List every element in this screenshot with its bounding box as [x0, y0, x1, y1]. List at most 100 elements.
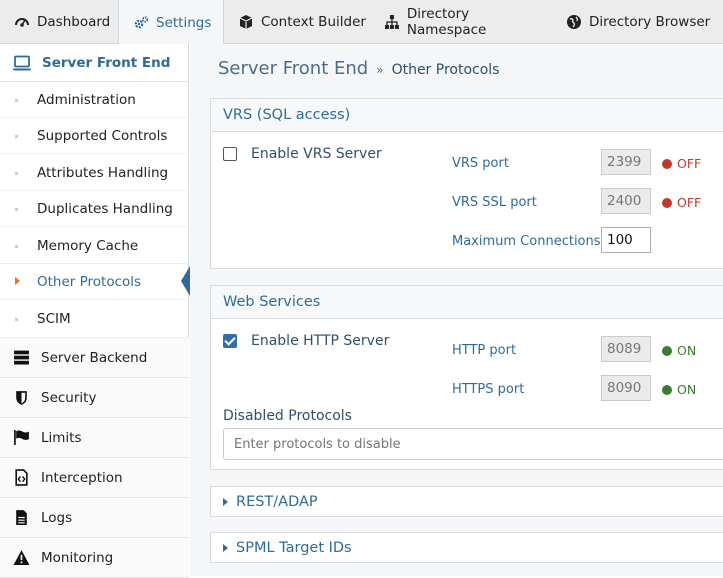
- status-led-icon: [662, 384, 672, 395]
- bullet-dot: [15, 172, 18, 175]
- sidebar-item-label: Duplicates Handling: [37, 200, 173, 217]
- vrs-ssl-port-status-text: OFF: [677, 195, 702, 210]
- sidebar-header-server-front-end[interactable]: Server Front End: [0, 44, 189, 82]
- status-led-icon: [662, 158, 672, 169]
- breadcrumb-section[interactable]: Server Front End: [218, 58, 368, 79]
- expand-caret-icon: [223, 497, 228, 506]
- tab-directory-browser[interactable]: Directory Browser: [552, 0, 723, 44]
- cube-icon: [239, 15, 253, 29]
- sidebar-item-memory-cache[interactable]: Memory Cache: [0, 228, 189, 264]
- top-tab-bar: Dashboard Settings Context Builder Direc…: [0, 0, 723, 45]
- sidebar-item-label: Server Backend: [41, 349, 148, 366]
- enable-http-label: Enable HTTP Server: [251, 333, 390, 349]
- disabled-protocols-input[interactable]: [223, 428, 723, 460]
- section-label: SPML Target IDs: [236, 539, 352, 556]
- tab-directory-namespace[interactable]: Directory Namespace: [370, 0, 552, 44]
- status-led-icon: [662, 345, 672, 356]
- enable-http-checkbox[interactable]: [223, 334, 237, 348]
- http-port-status: ON: [662, 343, 696, 358]
- sidebar-item-label: Memory Cache: [37, 237, 139, 254]
- vrs-ssl-port-label: VRS SSL port: [452, 195, 537, 210]
- vrs-port-input[interactable]: [601, 149, 651, 175]
- gears-icon: [134, 15, 149, 28]
- sidebar-item-limits[interactable]: Limits: [0, 418, 189, 458]
- tab-label: Dashboard: [37, 14, 111, 30]
- main-content: Server Front End » Other Protocols VRS (…: [190, 44, 723, 576]
- web-services-panel: Web Services Enable HTTP Server HTTP por…: [210, 285, 723, 470]
- globe-icon: [567, 15, 581, 29]
- rest-adap-section[interactable]: REST/ADAP: [210, 486, 723, 517]
- vrs-ssl-port-input[interactable]: [601, 188, 651, 214]
- max-connections-label: Maximum Connections: [452, 234, 601, 249]
- bullet-dot: [15, 318, 18, 321]
- document-icon: [16, 510, 27, 525]
- bullet-dot: [15, 208, 18, 211]
- http-port-status-text: ON: [677, 343, 697, 358]
- sidebar-item-label: Attributes Handling: [37, 164, 169, 181]
- tab-dashboard[interactable]: Dashboard: [0, 0, 118, 44]
- shield-icon: [16, 391, 27, 405]
- tab-context-builder[interactable]: Context Builder: [224, 0, 370, 44]
- https-port-label: HTTPS port: [452, 382, 525, 397]
- laptop-icon: [12, 55, 32, 70]
- sidebar-item-label: Logs: [41, 509, 73, 526]
- sidebar-item-supported-controls[interactable]: Supported Controls: [0, 118, 189, 154]
- sidebar-item-other-protocols[interactable]: Other Protocols: [0, 264, 190, 300]
- dashboard-icon: [15, 18, 29, 27]
- bullet-dot: [15, 135, 18, 138]
- active-pointer-icon: [181, 266, 190, 296]
- flag-icon: [14, 430, 29, 445]
- http-port-input[interactable]: [601, 336, 651, 362]
- max-connections-input[interactable]: [601, 227, 651, 253]
- sidebar-item-label: Supported Controls: [37, 127, 168, 144]
- disabled-protocols-label: Disabled Protocols: [223, 408, 352, 424]
- vrs-panel: VRS (SQL access) Enable VRS Server VRS p…: [210, 98, 723, 269]
- http-port-label: HTTP port: [452, 343, 517, 358]
- warning-icon: [13, 550, 30, 565]
- breadcrumb: Server Front End » Other Protocols: [218, 58, 499, 79]
- expand-caret-icon: [223, 543, 228, 552]
- sidebar-item-monitoring[interactable]: Monitoring: [0, 538, 189, 578]
- enable-vrs-checkbox[interactable]: [223, 147, 237, 161]
- vrs-port-status: OFF: [662, 156, 701, 171]
- vrs-port-label: VRS port: [452, 156, 509, 171]
- sidebar-item-label: Administration: [37, 91, 136, 108]
- web-services-panel-title: Web Services: [211, 286, 723, 319]
- code-file-icon: [15, 469, 28, 486]
- tab-label: Directory Namespace: [406, 6, 487, 38]
- server-icon: [14, 350, 29, 365]
- https-port-input[interactable]: [601, 375, 651, 401]
- https-port-status-text: ON: [677, 382, 697, 397]
- bullet-dot: [15, 99, 18, 102]
- status-led-icon: [662, 197, 672, 208]
- breadcrumb-separator: »: [376, 63, 384, 77]
- bullet-dot: [15, 245, 18, 248]
- spml-target-ids-section[interactable]: SPML Target IDs: [210, 532, 723, 563]
- vrs-panel-title: VRS (SQL access): [211, 99, 723, 132]
- sidebar-item-label: Interception: [41, 469, 123, 486]
- section-label: REST/ADAP: [236, 493, 318, 510]
- sidebar-item-attributes-handling[interactable]: Attributes Handling: [0, 155, 189, 191]
- sidebar-item-security[interactable]: Security: [0, 378, 189, 418]
- sidebar-item-administration[interactable]: Administration: [0, 82, 189, 118]
- sidebar-item-interception[interactable]: Interception: [0, 458, 189, 498]
- sidebar-item-label: SCIM: [37, 311, 71, 327]
- sidebar-item-server-backend[interactable]: Server Backend: [0, 338, 189, 378]
- sitemap-icon: [384, 15, 399, 29]
- sidebar: Server Front End Administration Supporte…: [0, 44, 190, 578]
- vrs-ssl-port-status: OFF: [662, 195, 701, 210]
- tab-label: Settings: [156, 14, 212, 31]
- vrs-port-status-text: OFF: [677, 156, 702, 171]
- tab-settings[interactable]: Settings: [118, 0, 224, 45]
- sidebar-item-logs[interactable]: Logs: [0, 498, 189, 538]
- sidebar-item-label: Other Protocols: [37, 273, 142, 290]
- sidebar-item-label: Limits: [41, 429, 82, 446]
- sidebar-item-label: Monitoring: [41, 549, 114, 566]
- sidebar-item-duplicates-handling[interactable]: Duplicates Handling: [0, 191, 189, 227]
- active-caret-icon: [15, 277, 20, 285]
- sidebar-header-label: Server Front End: [42, 54, 171, 71]
- sidebar-item-label: Security: [41, 389, 97, 406]
- sidebar-item-scim[interactable]: SCIM: [0, 301, 189, 338]
- https-port-status: ON: [662, 382, 696, 397]
- enable-vrs-label: Enable VRS Server: [251, 146, 382, 162]
